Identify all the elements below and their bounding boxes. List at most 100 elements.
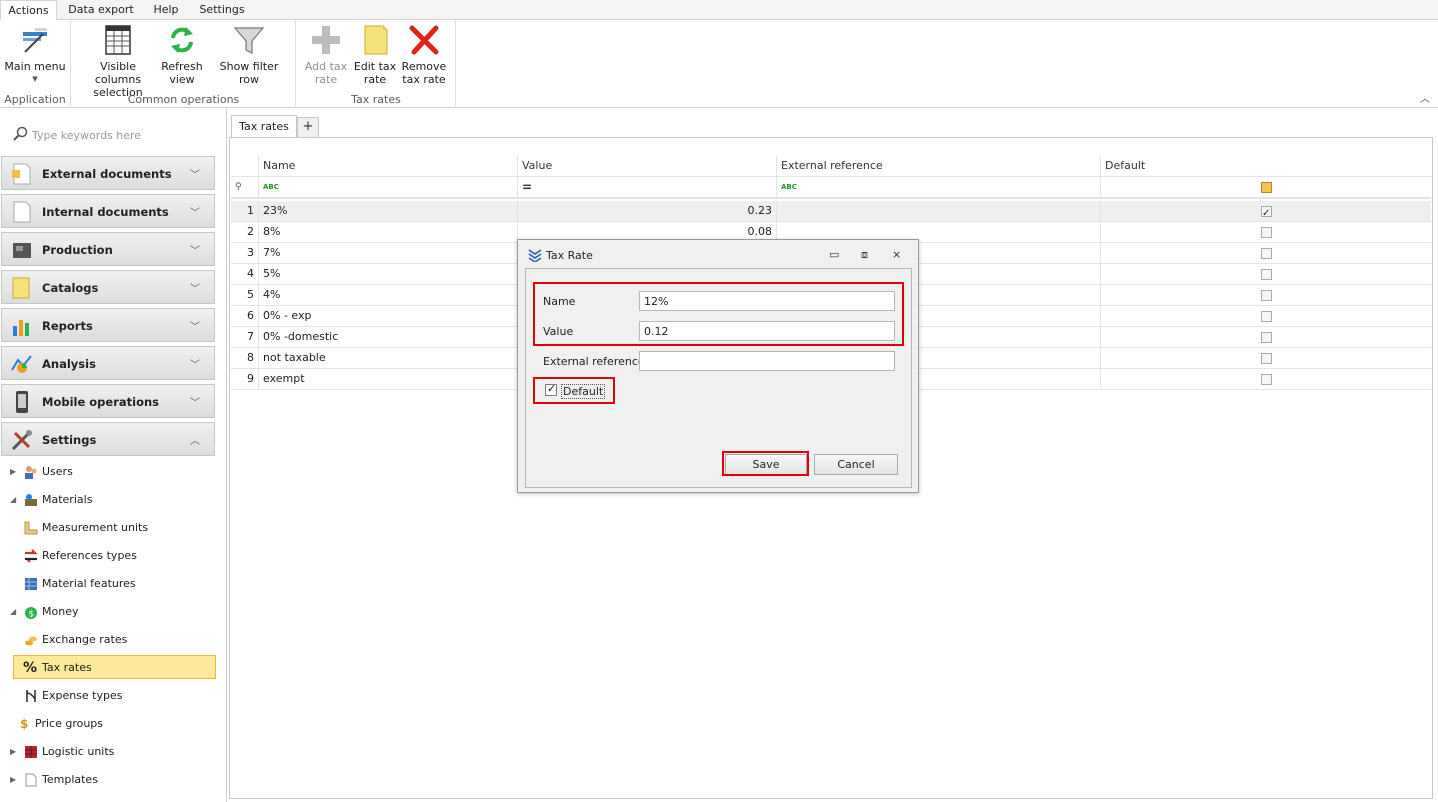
filter-external-reference-cell[interactable]: ABC xyxy=(777,177,1101,198)
tab-help[interactable]: Help xyxy=(146,0,186,20)
nav-group-internal-documents[interactable]: Internal documents ﹀ xyxy=(1,194,215,228)
cell-default[interactable] xyxy=(1101,327,1431,348)
nav-group-external-documents[interactable]: External documents ﹀ xyxy=(1,156,215,190)
default-checkbox[interactable] xyxy=(1261,227,1272,238)
tree-item-logistic-units[interactable]: ▶ Logistic units xyxy=(10,740,210,764)
cell-default[interactable] xyxy=(1101,369,1431,390)
cell-name[interactable]: 7% xyxy=(259,243,518,264)
column-header-external-reference[interactable]: External reference xyxy=(777,156,1101,177)
cell-default[interactable] xyxy=(1101,348,1431,369)
tree-item-measurement-units[interactable]: Measurement units xyxy=(24,516,214,540)
main-menu-button[interactable]: Main menu ▼ xyxy=(2,22,68,86)
cell-name[interactable]: exempt xyxy=(259,369,518,390)
cell-name-text: 0% - exp xyxy=(263,309,312,322)
nav-group-catalogs[interactable]: Catalogs ﹀ xyxy=(1,270,215,304)
filter-name-cell[interactable]: ABC xyxy=(259,177,518,198)
cell-name-text: 23% xyxy=(263,204,288,217)
add-tab-button[interactable]: + xyxy=(297,117,319,137)
search-input[interactable] xyxy=(32,126,212,144)
tree-item-users[interactable]: ▶ Users xyxy=(10,460,210,484)
tree-item-exchange-rates[interactable]: Exchange rates xyxy=(24,628,214,652)
tab-tax-rates[interactable]: Tax rates xyxy=(231,115,297,137)
cell-name[interactable]: 8% xyxy=(259,222,518,243)
cell-default[interactable] xyxy=(1101,306,1431,327)
cell-default[interactable] xyxy=(1101,285,1431,306)
default-checkbox[interactable] xyxy=(1261,269,1272,280)
remove-tax-rate-button[interactable]: Remove tax rate xyxy=(401,22,447,86)
tree-item-references-types[interactable]: References types xyxy=(24,544,214,568)
cell-default[interactable] xyxy=(1101,243,1431,264)
edit-tax-rate-button[interactable]: Edit tax rate xyxy=(352,22,398,86)
tab-data-export[interactable]: Data export xyxy=(62,0,140,20)
close-icon[interactable]: ⨯ xyxy=(892,248,901,261)
collapse-arrow-icon[interactable]: ◢ xyxy=(10,488,20,512)
filter-value-cell[interactable]: = xyxy=(518,177,777,198)
tree-item-expense-types[interactable]: Expense types xyxy=(24,684,214,708)
cell-name[interactable]: 0% -domestic xyxy=(259,327,518,348)
expand-arrow-icon[interactable]: ▶ xyxy=(10,460,20,484)
refresh-view-button[interactable]: Refresh view xyxy=(160,22,204,86)
cell-name-text: 8% xyxy=(263,225,281,238)
external-reference-input[interactable] xyxy=(639,351,895,371)
cell-name[interactable]: 5% xyxy=(259,264,518,285)
equals-filter-icon: = xyxy=(522,180,533,194)
cell-name[interactable]: not taxable xyxy=(259,348,518,369)
cell-name[interactable]: 0% - exp xyxy=(259,306,518,327)
cell-external-reference[interactable] xyxy=(777,201,1101,222)
minimize-icon[interactable]: ▭ xyxy=(829,248,839,261)
visible-columns-button[interactable]: Visible columns selection xyxy=(80,22,156,99)
default-checkbox[interactable] xyxy=(1261,353,1272,364)
add-tax-rate-button[interactable]: Add tax rate xyxy=(303,22,349,86)
tree-item-money[interactable]: ◢ $ Money xyxy=(10,600,210,624)
nav-group-analysis[interactable]: Analysis ﹀ xyxy=(1,346,215,380)
tree-item-price-groups[interactable]: $ Price groups xyxy=(20,712,210,736)
expand-arrow-icon[interactable]: ▶ xyxy=(10,740,20,764)
row-number: 5 xyxy=(231,285,259,306)
collapse-arrow-icon[interactable]: ◢ xyxy=(10,600,20,624)
nav-group-production[interactable]: Production ﹀ xyxy=(1,232,215,266)
filter-default-cell[interactable] xyxy=(1101,177,1431,198)
chevron-down-icon: ﹀ xyxy=(190,284,200,295)
cell-default[interactable] xyxy=(1101,264,1431,285)
ribbon-group-common: Visible columns selection Refresh view S… xyxy=(72,20,296,108)
cell-default[interactable] xyxy=(1101,201,1431,222)
name-value-highlight xyxy=(533,282,904,346)
nav-group-reports[interactable]: Reports ﹀ xyxy=(1,308,215,342)
cell-name[interactable]: 23% xyxy=(259,201,518,222)
column-header-value[interactable]: Value xyxy=(518,156,777,177)
column-header-default[interactable]: Default xyxy=(1101,156,1431,177)
cancel-button[interactable]: Cancel xyxy=(814,454,898,475)
table-row[interactable]: 1 23% 0.23 xyxy=(231,201,1431,222)
row-number-text: 4 xyxy=(247,267,254,280)
cell-name-text: 7% xyxy=(263,246,281,259)
default-checkbox[interactable] xyxy=(1261,204,1272,222)
collapse-ribbon-icon[interactable]: ︿ xyxy=(1420,90,1430,105)
expand-arrow-icon[interactable]: ▶ xyxy=(10,768,20,792)
default-filter-checkbox[interactable] xyxy=(1261,182,1272,193)
column-header-name[interactable]: Name xyxy=(259,156,518,177)
default-checkbox[interactable] xyxy=(1261,332,1272,343)
cell-value[interactable]: 0.23 xyxy=(518,201,777,222)
default-checkbox[interactable] xyxy=(1261,290,1272,301)
nav-group-mobile-operations[interactable]: Mobile operations ﹀ xyxy=(1,384,215,418)
nav-group-settings[interactable]: Settings ︿ xyxy=(1,422,215,456)
tab-actions[interactable]: Actions xyxy=(0,0,57,21)
users-icon xyxy=(25,466,37,479)
row-number-text: 2 xyxy=(247,225,254,238)
tree-item-tax-rates[interactable]: % Tax rates xyxy=(13,655,216,679)
show-filter-row-button[interactable]: Show filter row xyxy=(210,22,288,86)
default-checkbox[interactable] xyxy=(1261,311,1272,322)
external-reference-label: External reference xyxy=(543,355,645,368)
default-checkbox[interactable] xyxy=(1261,374,1272,385)
tree-item-material-features[interactable]: Material features xyxy=(24,572,214,596)
cell-value-text: 0.08 xyxy=(747,225,773,238)
tree-item-materials[interactable]: ◢ Materials xyxy=(10,488,210,512)
ribbon-group-application: Main menu ▼ Application xyxy=(0,20,71,108)
cell-name[interactable]: 4% xyxy=(259,285,518,306)
tree-item-templates[interactable]: ▶ Templates xyxy=(10,768,210,792)
restore-icon[interactable]: ⧈ xyxy=(861,248,868,262)
cell-default[interactable] xyxy=(1101,222,1431,243)
default-checkbox[interactable] xyxy=(1261,248,1272,259)
money-bag-icon: $ xyxy=(25,607,37,619)
tab-settings[interactable]: Settings xyxy=(194,0,250,20)
